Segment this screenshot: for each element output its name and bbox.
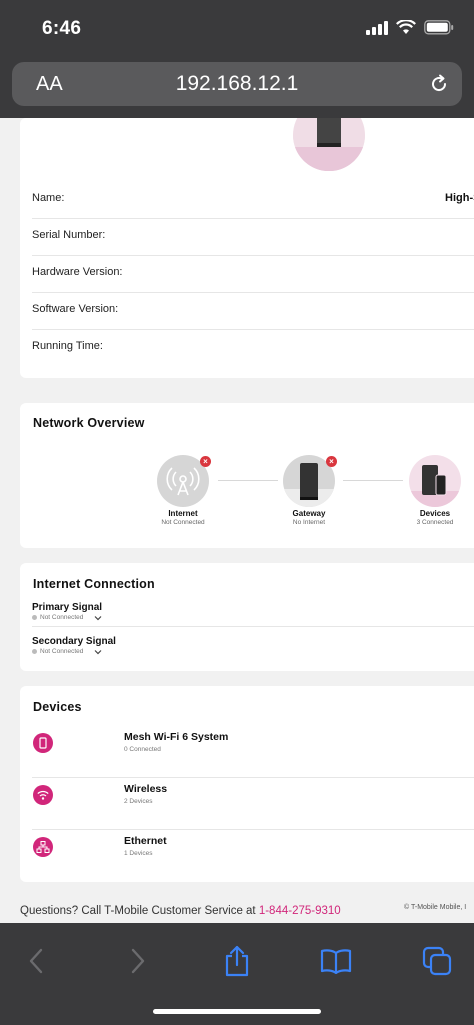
status-icons [366,20,454,35]
chevron-down-icon[interactable] [94,615,102,621]
internet-connection-title: Internet Connection [33,577,155,591]
devices-label: Devices [419,509,451,518]
software-label: Software Version: [32,303,119,315]
node-devices[interactable]: Devices 3 Connected [400,455,470,526]
secondary-signal-status-text: Not Connected [40,648,84,655]
error-x-icon: × [326,456,337,467]
chevron-down-icon[interactable] [94,649,102,655]
share-button[interactable] [217,941,257,981]
devices-title: Devices [33,700,82,714]
internet-status: Not Connected [161,519,205,526]
info-row-running: Running Time: [32,330,474,366]
primary-signal-row[interactable]: Primary Signal Not Connected [32,602,474,627]
connector-line [343,480,403,481]
error-x-icon: × [200,456,211,467]
page-footer: Questions? Call T-Mobile Customer Servic… [0,898,474,923]
device-row-ethernet[interactable]: Ethernet 1 Devices [32,829,474,881]
tabs-icon [422,946,452,976]
mesh-count: 0 Connected [124,746,161,753]
network-overview-title: Network Overview [33,416,145,430]
tabs-button[interactable] [417,941,457,981]
page-content: Name: High-Sp Serial Number: Hardware Ve… [0,118,474,923]
battery-icon [424,20,454,35]
status-time: 6:46 [42,18,82,39]
reload-icon[interactable] [428,73,450,95]
primary-signal-label: Primary Signal [32,602,103,613]
devices-circle [409,455,461,507]
back-button[interactable] [16,941,56,981]
devices-status: 3 Connected [416,519,454,526]
cellular-signal-icon [366,20,388,35]
status-dot [32,615,37,620]
forward-button[interactable] [118,941,158,981]
bookmarks-button[interactable] [316,941,356,981]
serial-label: Serial Number: [32,229,106,241]
ethernet-icon [33,837,53,857]
browser-bottom-toolbar [0,923,474,1025]
gateway-status: No Internet [292,519,326,526]
primary-signal-status: Not Connected [32,614,474,621]
url-text[interactable]: 192.168.12.1 [12,72,462,96]
gateway-image [293,118,365,171]
support-text: Questions? Call T-Mobile Customer Servic… [20,905,341,917]
mesh-label: Mesh Wi-Fi 6 System [124,731,229,743]
gateway-circle: × [283,455,337,507]
node-internet[interactable]: × Internet Not Connected [148,455,218,526]
device-info-card: Name: High-Sp Serial Number: Hardware Ve… [20,118,474,378]
info-row-software: Software Version: [32,293,474,330]
secondary-signal-label: Secondary Signal [32,636,116,647]
devices-card: Devices Mesh Wi-Fi 6 System 0 Connected … [20,686,474,882]
chevron-left-icon [29,948,43,974]
status-dot [32,649,37,654]
name-label: Name: [32,192,65,204]
support-question: Questions? Call T-Mobile Customer Servic… [20,905,259,917]
share-icon [225,945,249,977]
gateway-label: Gateway [292,509,326,518]
info-row-hardware: Hardware Version: [32,256,474,293]
home-indicator [153,1009,321,1014]
node-gateway[interactable]: × Gateway No Internet [274,455,344,526]
book-icon [320,949,352,974]
internet-label: Internet [168,509,198,518]
connector-line [218,480,278,481]
hardware-label: Hardware Version: [32,266,123,278]
address-bar[interactable]: AA 192.168.12.1 [12,62,462,106]
secondary-signal-row[interactable]: Secondary Signal Not Connected [32,636,474,660]
name-value: High-Sp [445,192,474,204]
secondary-signal-status: Not Connected [32,648,474,655]
ethernet-label: Ethernet [124,835,167,847]
internet-connection-card: Internet Connection Primary Signal Not C… [20,563,474,671]
wifi-status-icon [396,20,416,34]
support-phone-link[interactable]: 1-844-275-9310 [259,905,341,917]
wireless-count: 2 Devices [124,798,153,805]
primary-signal-status-text: Not Connected [40,614,84,621]
info-row-name: Name: High-Sp [32,182,474,219]
wifi-icon [33,785,53,805]
browser-top-chrome: 6:46 AA 192.168.12.1 [0,0,474,118]
info-row-serial: Serial Number: [32,219,474,256]
ethernet-count: 1 Devices [124,850,153,857]
device-row-mesh[interactable]: Mesh Wi-Fi 6 System 0 Connected [32,725,474,778]
internet-circle: × [157,455,211,507]
mesh-icon [33,733,53,753]
running-label: Running Time: [32,340,103,352]
copyright-text: © T-Mobile Mobile, I [404,904,467,911]
devices-icon [409,465,461,507]
device-row-wireless[interactable]: Wireless 2 Devices [32,777,474,830]
wireless-label: Wireless [124,783,168,795]
chevron-right-icon [131,948,145,974]
network-overview-card: Network Overview × Internet Not Connecte… [20,403,474,548]
